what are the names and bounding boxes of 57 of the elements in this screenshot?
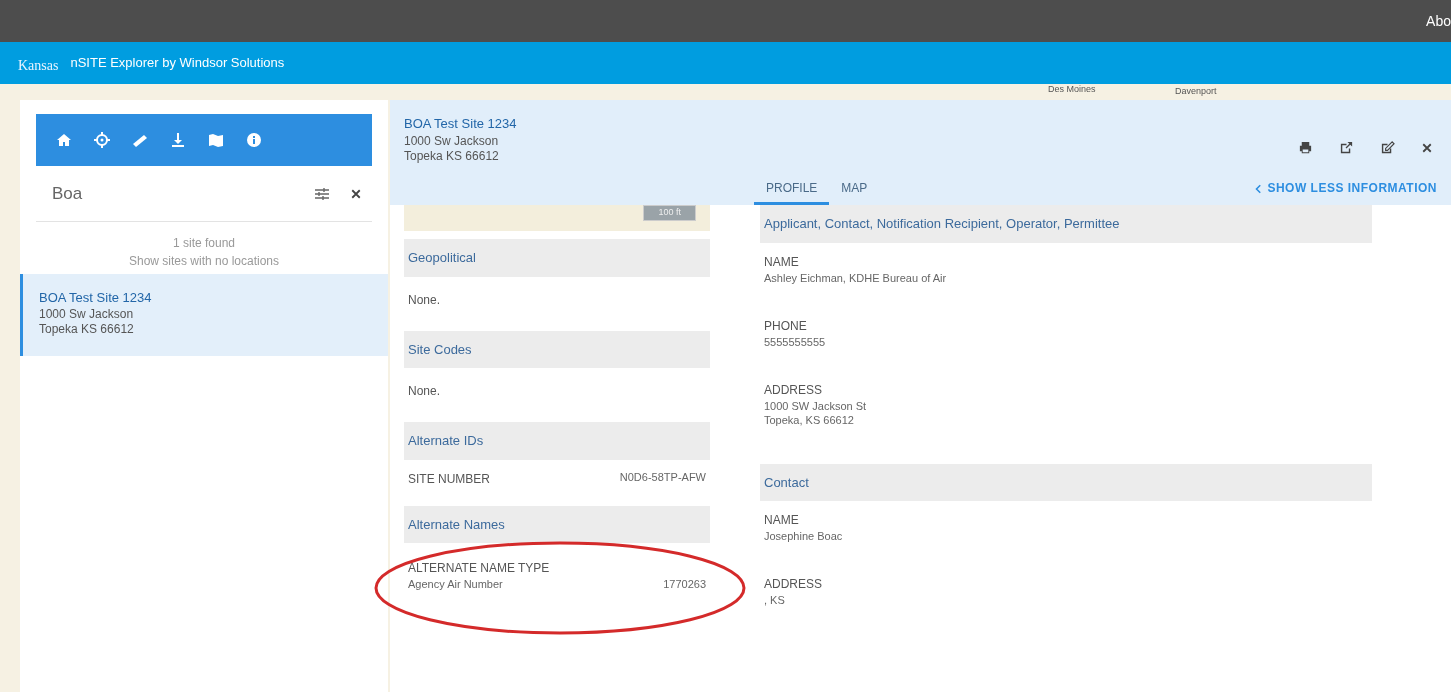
field-label: SITE NUMBER [408,470,490,488]
section-heading: Contact [760,463,1372,502]
map-label: Des Moines [1048,85,1096,94]
toolbar-button[interactable] [56,132,72,148]
toolbar-button[interactable] [94,132,110,148]
download-icon [170,132,186,148]
field-value: 1770263 [663,577,706,592]
field-value: Josephine Boac [764,529,844,544]
field-label: NAME [764,512,800,530]
section-heading: Geopolitical [404,239,710,277]
chevron-left-icon [1253,183,1264,194]
field-label: ALTERNATE NAME TYPE [408,560,551,577]
toolbar-button[interactable] [170,132,186,148]
field-value: Ashley Eichman, KDHE Bureau of Air [764,270,948,285]
crosshair-icon [94,132,110,148]
home-icon [56,132,72,148]
edit-icon [1380,140,1395,156]
field-label: ADDRESS [764,576,823,594]
toolbar-button[interactable] [208,132,224,148]
ruler-icon [132,132,148,148]
app-title: nSITE Explorer by Windsor Solutions [70,54,285,73]
field-value: N0D6-58TP-AFW [619,469,706,485]
toolbar-button[interactable] [246,132,262,148]
kansas-logo: Kansas [18,56,59,75]
section-heading: Applicant, Contact, Notification Recipient, Operator, Permittee [760,205,1372,243]
site-result[interactable]: BOA Test Site 1234 1000 Sw Jackson Topeka KS 66612 [20,274,388,357]
close-icon [350,187,362,200]
result-count: 1 site found [171,235,236,252]
scale-bar: 100 ft [643,205,696,221]
field-label: PHONE [764,317,808,335]
section-heading: Alternate IDs [404,422,710,460]
field-label: NAME [764,253,800,271]
tab[interactable]: MAP [829,175,880,205]
section-heading: Alternate Names [404,505,710,543]
sliders-icon [314,185,330,202]
section-text: None. [407,291,442,309]
map-icon [208,132,224,148]
field-value: , KS [764,593,786,608]
search-field[interactable]: Boa [50,179,304,208]
field-label: ADDRESS [764,382,823,400]
print-icon [1298,140,1313,156]
field-value: Agency Air Number [408,577,503,592]
external-link-icon [1339,140,1354,156]
field-value: 5555555555 [764,334,827,350]
site-address: Topeka KS 66612 [404,148,500,164]
map-label: Davenport [1175,87,1217,96]
toolbar-button[interactable] [132,132,148,148]
info-icon [246,132,262,148]
field-value: 1000 SW Jackson St Topeka, KS 66612 [764,399,868,428]
section-text: None. [407,383,442,400]
about-link[interactable]: Abo [1426,10,1451,32]
show-less-link[interactable]: SHOW LESS INFORMATION [1253,179,1437,205]
section-heading: Site Codes [404,330,710,368]
site-title: BOA Test Site 1234 [404,115,517,133]
close-icon [1421,141,1433,154]
show-no-location-link[interactable]: Show sites with no locations [20,252,388,270]
site-address: 1000 Sw Jackson [404,133,500,149]
